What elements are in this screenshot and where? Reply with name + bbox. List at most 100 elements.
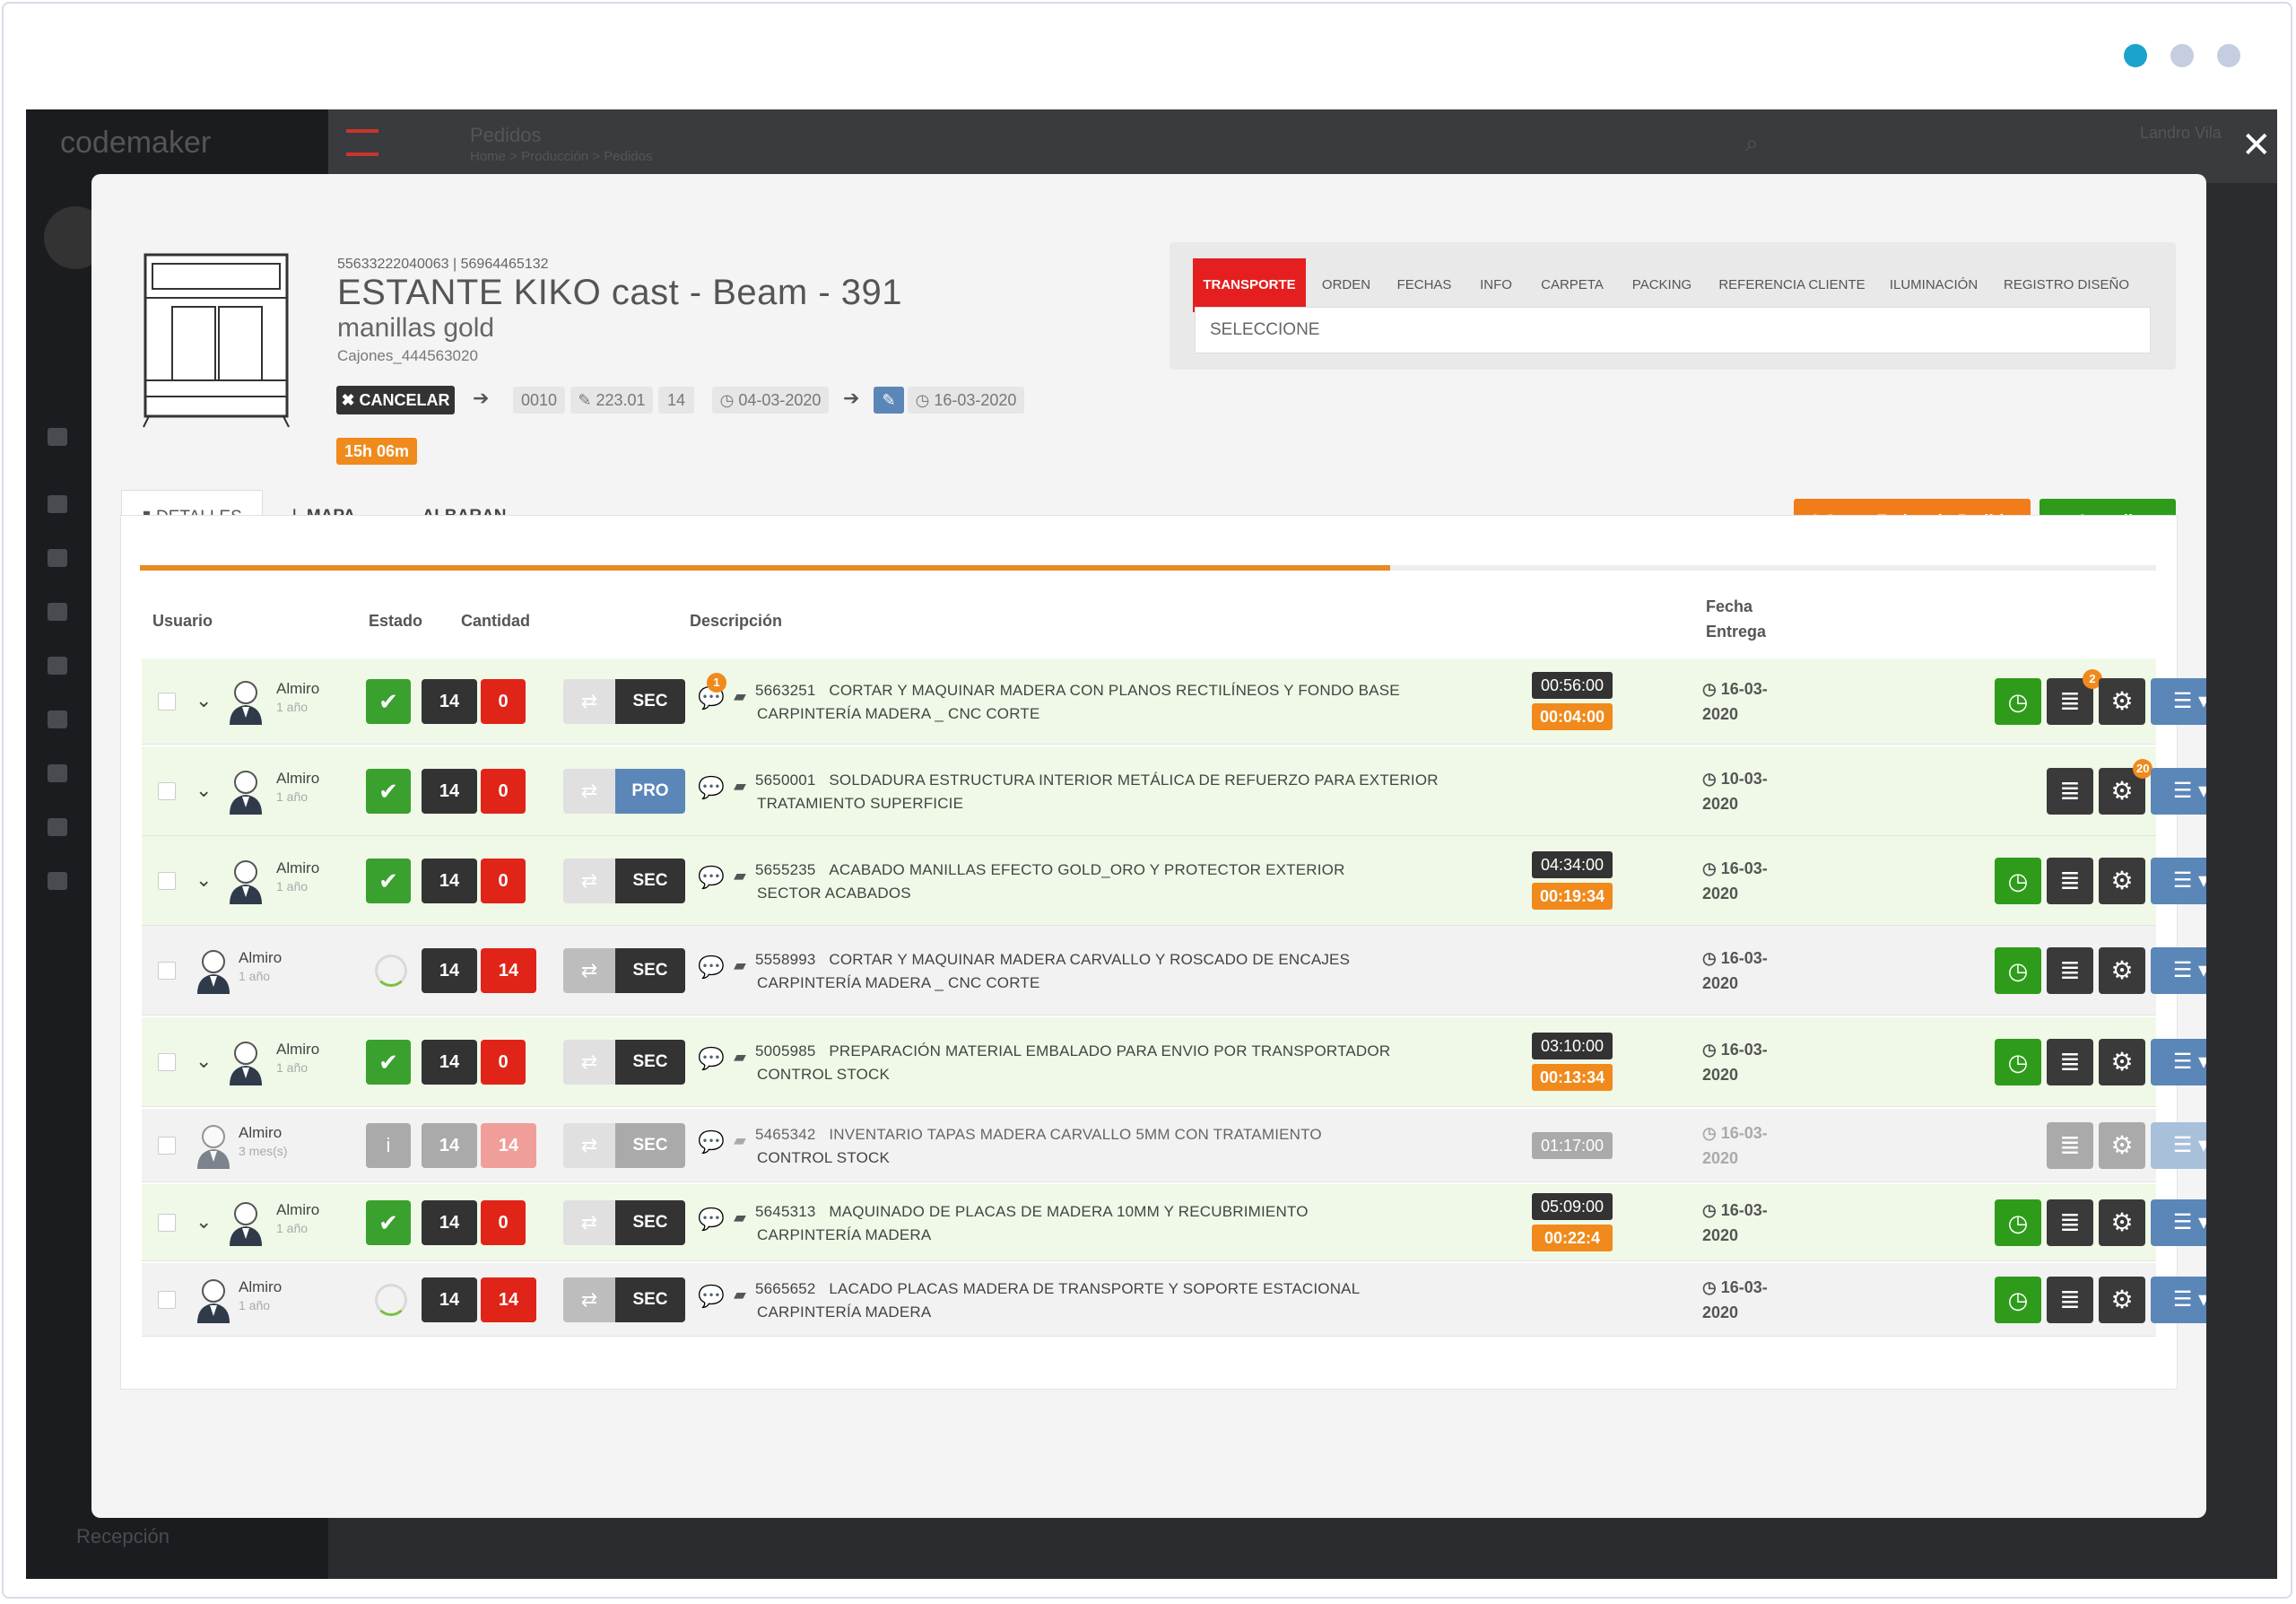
swap-icon[interactable]: ⇄ (563, 859, 615, 903)
actions-dropdown-button[interactable]: ☰ ▾ (2151, 1039, 2206, 1085)
clock-icon[interactable]: ◷ (1995, 947, 2041, 994)
chevron-down-icon[interactable]: ⌄ (196, 1050, 212, 1073)
comment-icon[interactable]: 💬 (698, 1207, 725, 1233)
list-icon[interactable]: ≣ (2047, 1199, 2093, 1246)
row-checkbox[interactable] (158, 962, 176, 980)
swap-icon[interactable]: ⇄ (563, 1277, 615, 1322)
row-checkbox[interactable] (158, 1214, 176, 1232)
list-icon[interactable]: ≣ (2047, 1122, 2093, 1169)
clock-icon[interactable]: ◷ (1995, 1277, 2041, 1323)
window-dot[interactable] (2217, 44, 2240, 67)
actions-dropdown-button[interactable]: ☰ ▾ (2151, 1199, 2206, 1246)
section-code[interactable]: SEC (615, 1200, 685, 1245)
clock-icon[interactable]: ◷ (1995, 858, 2041, 904)
actions-dropdown-button[interactable]: ☰ ▾ (2151, 1277, 2206, 1323)
gears-icon[interactable]: ⚙ (2099, 947, 2145, 994)
section-code[interactable]: SEC (615, 948, 685, 993)
edit-date-icon[interactable]: ✎ (874, 387, 904, 414)
folder-icon[interactable]: ▰ (734, 867, 746, 885)
folder-icon[interactable]: ▰ (734, 777, 746, 796)
row-checkbox[interactable] (158, 1291, 176, 1309)
gears-icon[interactable]: ⚙ (2099, 858, 2145, 904)
check-icon[interactable]: ✔ (366, 1200, 411, 1245)
building-icon[interactable] (48, 495, 67, 513)
folder-icon[interactable]: ▰ (734, 1286, 746, 1304)
section-code[interactable]: SEC (615, 1123, 685, 1168)
sidebar-item-recepcion[interactable]: Recepción (76, 1525, 170, 1548)
row-checkbox[interactable] (158, 872, 176, 890)
row-checkbox[interactable] (158, 1137, 176, 1155)
section-code[interactable]: SEC (615, 1040, 685, 1085)
table-row[interactable]: ⌄ Almiro 1 año ✔ 14 0 ⇄ SEC 💬 1 ▰ 5663251 CORTAR Y … (142, 658, 2206, 745)
actions-dropdown-button[interactable]: ☰ ▾ (2151, 678, 2206, 725)
check-icon[interactable]: ✔ (366, 769, 411, 814)
row-checkbox[interactable] (158, 782, 176, 800)
tab-fechas[interactable]: FECHAS (1388, 258, 1460, 312)
clock-icon[interactable]: ◷ (1995, 1199, 2041, 1246)
list-icon[interactable]: ≣ (2047, 858, 2093, 904)
table-row[interactable]: Almiro 3 mes(s) i 14 14 ⇄ SEC 💬 ▰ 5465342 INVENTA… (142, 1109, 2206, 1182)
clock-icon[interactable]: ◷ (1995, 678, 2041, 725)
chevron-down-icon[interactable]: ⌄ (196, 779, 212, 802)
actions-dropdown-button[interactable]: ☰ ▾ (2151, 947, 2206, 994)
row-checkbox[interactable] (158, 693, 176, 710)
star-icon[interactable] (48, 710, 67, 728)
tab-info[interactable]: INFO (1469, 258, 1523, 312)
chevron-down-icon[interactable]: ⌄ (196, 1210, 212, 1234)
comment-icon[interactable]: 💬 (698, 775, 725, 801)
gears-icon[interactable]: ⚙ (2099, 1277, 2145, 1323)
actions-dropdown-button[interactable]: ☰ ▾ (2151, 768, 2206, 815)
upload-icon[interactable] (48, 818, 67, 836)
tab-registro-diseno[interactable]: REGISTRO DISEÑO (1995, 258, 2138, 312)
window-dot-active[interactable] (2124, 44, 2147, 67)
user-name[interactable]: Landro Vila (2140, 124, 2222, 143)
folder-icon[interactable]: ▰ (734, 687, 746, 706)
tab-orden[interactable]: ORDEN (1315, 258, 1378, 312)
row-checkbox[interactable] (158, 1053, 176, 1071)
table-row[interactable]: Almiro 1 año 14 14 ⇄ SEC 💬 ▰ 5665652 LACADO PLAC… (142, 1263, 2206, 1337)
table-row[interactable]: ⌄ Almiro 1 año ✔ 14 0 ⇄ PRO 💬 ▰ 5650001 SOLDADURA … (142, 746, 2206, 836)
comment-icon[interactable]: 💬 (698, 955, 725, 981)
folder-icon[interactable]: ▰ (734, 1208, 746, 1227)
window-dot[interactable] (2170, 44, 2194, 67)
cancel-button[interactable]: ✖ CANCELAR (336, 386, 455, 414)
search-icon[interactable]: ⌕ (1745, 129, 1759, 158)
section-code[interactable]: SEC (615, 679, 685, 724)
section-code[interactable]: PRO (615, 769, 685, 814)
tab-referencia-cliente[interactable]: REFERENCIA CLIENTE (1711, 258, 1873, 312)
check-icon[interactable]: ✔ (366, 859, 411, 903)
monitor-icon[interactable] (48, 764, 67, 782)
transport-select[interactable]: SELECCIONE (1195, 307, 2151, 353)
gears-icon[interactable]: ⚙ (2099, 1199, 2145, 1246)
tab-iluminacion[interactable]: ILUMINACIÓN (1880, 258, 1987, 312)
cart-icon[interactable] (48, 428, 67, 446)
swap-icon[interactable]: ⇄ (563, 1040, 615, 1085)
grid-icon[interactable] (48, 549, 67, 567)
table-row[interactable]: Almiro 1 año 14 14 ⇄ SEC 💬 ▰ 5558993 CORTAR Y MA… (142, 926, 2206, 1016)
comment-icon[interactable]: 💬 (698, 1129, 725, 1155)
cube-icon[interactable] (48, 657, 67, 675)
actions-dropdown-button[interactable]: ☰ ▾ (2151, 1122, 2206, 1169)
actions-dropdown-button[interactable]: ☰ ▾ (2151, 858, 2206, 904)
info-icon[interactable]: i (366, 1123, 411, 1168)
list-icon[interactable]: ≣ (2047, 1039, 2093, 1085)
list-icon[interactable]: ≣ (2047, 1277, 2093, 1323)
list-icon[interactable]: ≣ (2047, 768, 2093, 815)
chevron-down-icon[interactable]: ⌄ (196, 689, 212, 712)
comment-icon[interactable]: 💬 (698, 1046, 725, 1072)
swap-icon[interactable]: ⇄ (563, 679, 615, 724)
list-icon[interactable] (48, 603, 67, 621)
list-icon[interactable]: ≣ (2047, 947, 2093, 994)
comment-icon[interactable]: 💬 (698, 865, 725, 891)
comment-icon[interactable]: 💬 (698, 1284, 725, 1310)
section-code[interactable]: SEC (615, 859, 685, 903)
folder-icon[interactable]: ▰ (734, 956, 746, 975)
table-row[interactable]: ⌄ Almiro 1 año ✔ 14 0 ⇄ SEC 💬 ▰ 5655235 ACABADO MA… (142, 836, 2206, 926)
table-row[interactable]: ⌄ Almiro 1 año ✔ 14 0 ⇄ SEC 💬 ▰ 5005985 PREPARACIÓ… (142, 1017, 2206, 1107)
check-icon[interactable]: ✔ (366, 1040, 411, 1085)
tab-packing[interactable]: PACKING (1622, 258, 1702, 312)
check-icon[interactable]: ✔ (366, 679, 411, 724)
section-code[interactable]: SEC (615, 1277, 685, 1322)
clock-icon[interactable]: ◷ (1995, 1039, 2041, 1085)
menu-icon[interactable] (346, 129, 378, 156)
